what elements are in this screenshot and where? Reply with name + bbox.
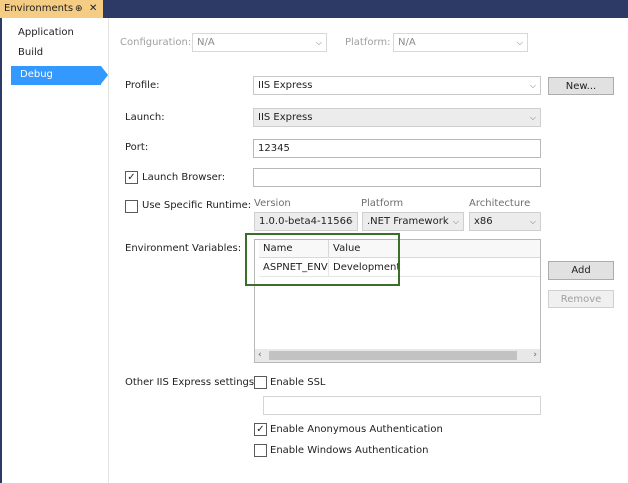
scrollbar-thumb[interactable] — [269, 351, 517, 360]
tab-environments[interactable]: Environments ⊕ ✕ — [0, 0, 103, 18]
chevron-down-icon: ⌵ — [346, 217, 353, 226]
chevron-down-icon: ⌵ — [516, 38, 523, 47]
chevron-left-icon[interactable]: ‹ — [258, 349, 262, 362]
sidebar-divider — [108, 18, 109, 483]
windows-auth-checkbox[interactable] — [254, 444, 267, 457]
windows-auth-label: Enable Windows Authentication — [270, 445, 429, 456]
configuration-dropdown[interactable]: N/A ⌵ — [192, 33, 327, 52]
sidebar-item-application[interactable]: Application — [18, 27, 74, 38]
runtime-platform-dropdown[interactable]: .NET Framework ⌵ — [362, 212, 464, 231]
sidebar-item-label: Debug — [20, 69, 53, 80]
enable-ssl-label: Enable SSL — [270, 377, 326, 388]
chevron-down-icon: ⌵ — [529, 113, 536, 122]
sidebar: Application Build Debug — [2, 18, 108, 483]
platform-value: N/A — [398, 37, 416, 48]
configuration-label: Configuration: — [120, 37, 192, 48]
chevron-down-icon: ⌵ — [529, 81, 536, 90]
architecture-value: x86 — [474, 216, 493, 227]
profile-value: IIS Express — [258, 80, 313, 91]
port-label: Port: — [125, 142, 149, 153]
profile-label: Profile: — [125, 80, 160, 91]
remove-env-var-button[interactable]: Remove — [548, 290, 614, 308]
chevron-down-icon: ⌵ — [315, 38, 322, 47]
profile-dropdown[interactable]: IIS Express ⌵ — [253, 76, 541, 95]
launch-label: Launch: — [125, 112, 165, 123]
sidebar-item-build[interactable]: Build — [18, 47, 43, 58]
anonymous-auth-checkbox[interactable]: ✓ — [254, 423, 267, 436]
chevron-down-icon: ⌵ — [452, 217, 459, 226]
horizontal-scrollbar[interactable]: ‹ › — [255, 349, 540, 362]
configuration-value: N/A — [197, 37, 215, 48]
platform-dropdown[interactable]: N/A ⌵ — [393, 33, 528, 52]
enable-ssl-checkbox[interactable] — [254, 376, 267, 389]
iis-settings-label: Other IIS Express settings: — [125, 377, 258, 388]
env-vars-label: Environment Variables: — [125, 243, 242, 254]
specific-runtime-checkbox[interactable] — [125, 200, 138, 213]
launch-dropdown[interactable]: IIS Express ⌵ — [253, 108, 541, 127]
launch-browser-label: Launch Browser: — [142, 172, 226, 183]
runtime-platform-value: .NET Framework — [367, 216, 449, 227]
launch-browser-url-input[interactable] — [253, 168, 541, 187]
close-icon[interactable]: ✕ — [89, 0, 97, 18]
sidebar-item-debug[interactable]: Debug — [11, 66, 108, 85]
specific-runtime-label: Use Specific Runtime: — [142, 200, 252, 211]
anonymous-auth-label: Enable Anonymous Authentication — [270, 424, 443, 435]
chevron-down-icon: ⌵ — [529, 217, 536, 226]
ssl-url-input[interactable] — [263, 396, 541, 415]
architecture-header: Architecture — [469, 198, 531, 209]
platform-label: Platform: — [345, 37, 391, 48]
highlight-annotation-box — [245, 233, 400, 286]
launch-browser-checkbox[interactable]: ✓ — [125, 171, 138, 184]
version-header: Version — [254, 198, 291, 209]
launch-value: IIS Express — [258, 112, 313, 123]
new-profile-button[interactable]: New... — [548, 77, 614, 95]
pin-icon[interactable]: ⊕ — [75, 0, 83, 18]
version-dropdown[interactable]: 1.0.0-beta4-11566 ⌵ — [254, 212, 358, 231]
add-env-var-button[interactable]: Add — [548, 261, 614, 280]
tab-title: Environments — [4, 3, 74, 14]
architecture-dropdown[interactable]: x86 ⌵ — [469, 212, 541, 231]
runtime-platform-header: Platform — [361, 198, 404, 209]
port-input[interactable]: 12345 — [253, 139, 541, 158]
version-value: 1.0.0-beta4-11566 — [259, 216, 353, 227]
chevron-right-icon[interactable]: › — [533, 349, 537, 362]
